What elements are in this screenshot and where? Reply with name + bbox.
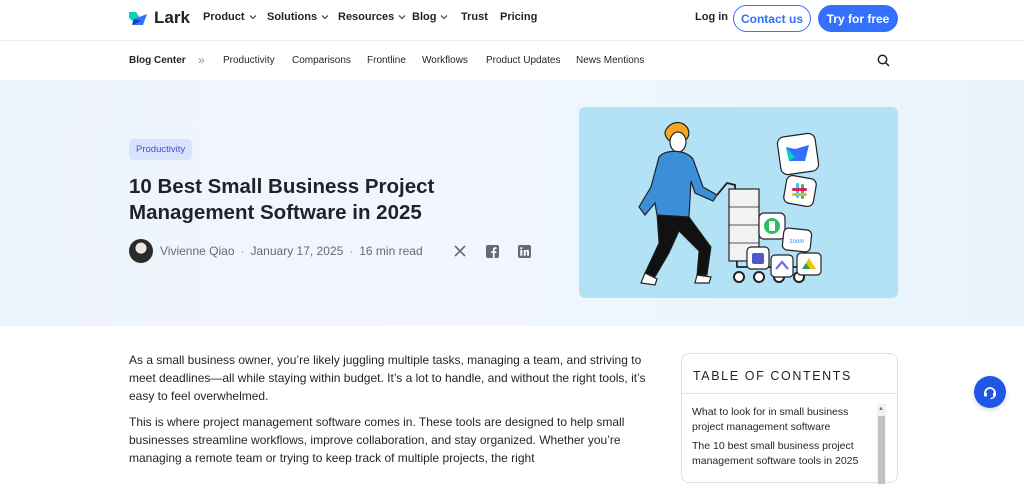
logo-text: Lark [154, 8, 190, 27]
nav-blog-label: Blog [412, 11, 437, 23]
article-title: 10 Best Small Business Project Managemen… [129, 175, 435, 224]
nav-product-label: Product [203, 11, 245, 23]
blog-subnavigation: Blog Center » Productivity Comparisons F… [0, 40, 1024, 80]
scroll-up-arrow-icon[interactable]: ▲ [878, 406, 884, 412]
chevron-down-icon [249, 15, 257, 20]
toc-item[interactable]: What to look for in small business proje… [692, 405, 877, 435]
search-icon[interactable] [877, 54, 890, 72]
person-illustration [638, 122, 718, 286]
subnav-news-mentions[interactable]: News Mentions [576, 55, 644, 66]
svg-text:zoom: zoom [790, 239, 805, 245]
toc-item[interactable]: The 10 best small business project manag… [692, 439, 877, 469]
subnav-frontline[interactable]: Frontline [367, 55, 406, 66]
nav-solutions[interactable]: Solutions [267, 11, 329, 23]
article-byline: Vivienne Qiao · January 17, 2025 · 16 mi… [129, 239, 423, 263]
publish-date: January 17, 2025 [250, 244, 344, 258]
table-of-contents: TABLE OF CONTENTS What to look for in sm… [681, 353, 898, 484]
read-time: 16 min read [359, 244, 423, 258]
contact-us-button[interactable]: Contact us [733, 5, 811, 32]
nav-blog[interactable]: Blog [412, 11, 448, 23]
toc-list: What to look for in small business proje… [692, 405, 877, 473]
evernote-app-tile [758, 212, 786, 240]
facebook-icon[interactable] [485, 244, 499, 258]
byline-separator: · [240, 244, 245, 258]
nav-trust[interactable]: Trust [461, 11, 488, 23]
google-drive-app-tile [796, 252, 822, 276]
article-paragraph: This is where project management softwar… [129, 415, 625, 465]
subnav-product-updates[interactable]: Product Updates [486, 55, 561, 66]
toc-title: TABLE OF CONTENTS [693, 369, 852, 383]
slack-app-tile [783, 174, 817, 208]
x-icon[interactable] [453, 244, 467, 258]
login-link[interactable]: Log in [695, 11, 728, 23]
lark-logo[interactable]: Lark [128, 8, 190, 28]
author-avatar [129, 239, 153, 263]
top-navigation: Lark Product Solutions Resources Blog Tr… [0, 0, 1024, 38]
nav-solutions-label: Solutions [267, 11, 318, 23]
subnav-separator: » [198, 53, 205, 67]
nav-product[interactable]: Product [203, 11, 257, 23]
article-body: As a small business owner, you’re likely… [129, 351, 659, 475]
byline-separator: · [349, 244, 354, 258]
subnav-blog-center[interactable]: Blog Center [129, 55, 186, 66]
nav-trust-label: Trust [461, 11, 488, 23]
lark-app-tile [776, 132, 820, 176]
linkedin-icon[interactable] [517, 244, 531, 258]
chevron-down-icon [398, 15, 406, 20]
hero-illustration: zoom [579, 107, 898, 298]
subnav-workflows[interactable]: Workflows [422, 55, 468, 66]
subnav-productivity[interactable]: Productivity [223, 55, 275, 66]
article-paragraph: As a small business owner, you’re likely… [129, 353, 646, 403]
category-tag[interactable]: Productivity [129, 139, 193, 160]
chat-support-button[interactable] [974, 376, 1006, 408]
author-name[interactable]: Vivienne Qiao [160, 244, 235, 258]
headset-icon [984, 387, 996, 400]
nav-pricing[interactable]: Pricing [500, 11, 537, 23]
lark-logo-icon [129, 12, 147, 25]
zoom-app-tile: zoom [781, 227, 813, 253]
nav-resources-label: Resources [338, 11, 395, 23]
clickup-app-tile [770, 254, 794, 278]
subnav-comparisons[interactable]: Comparisons [292, 55, 351, 66]
toc-scrollbar-thumb[interactable] [878, 416, 885, 484]
chevron-down-icon [440, 15, 448, 20]
toc-divider [682, 393, 897, 394]
try-for-free-button[interactable]: Try for free [818, 5, 898, 32]
nav-resources[interactable]: Resources [338, 11, 406, 23]
article-hero: Productivity 10 Best Small Business Proj… [0, 80, 1024, 326]
chevron-down-icon [321, 15, 329, 20]
nav-pricing-label: Pricing [500, 11, 538, 23]
teams-app-tile [746, 246, 770, 270]
